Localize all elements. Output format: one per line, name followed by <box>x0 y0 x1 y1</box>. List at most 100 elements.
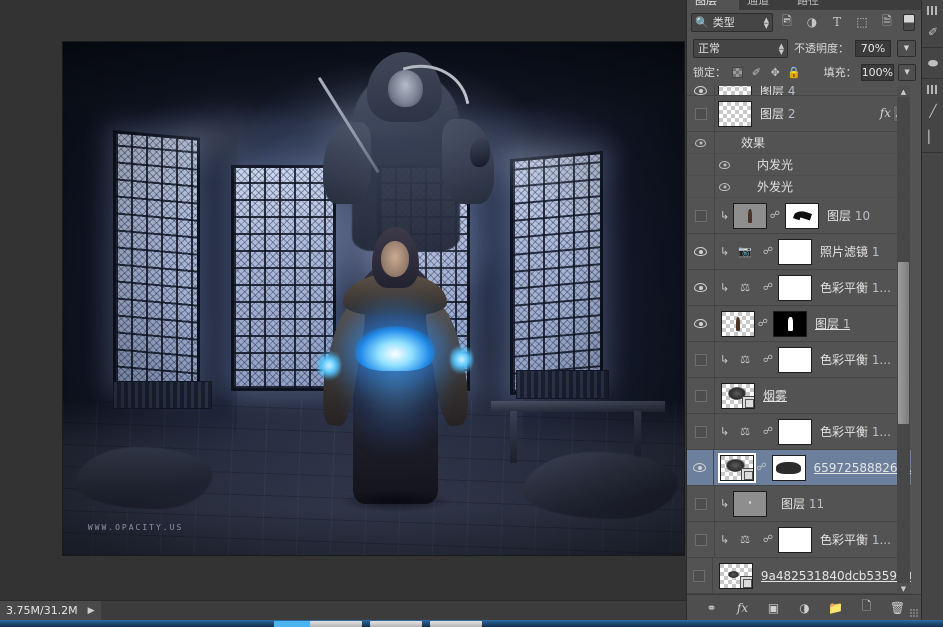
layer-visibility-cell[interactable] <box>687 378 715 413</box>
filter-enable-toggle[interactable] <box>903 14 915 31</box>
table-row[interactable]: ☍ 图层 1 <box>687 306 911 342</box>
layer-visibility-cell[interactable] <box>687 522 715 557</box>
taskbar-item-1[interactable] <box>310 621 362 627</box>
layer-mask-thumbnail[interactable] <box>778 239 812 265</box>
fx-badge[interactable]: fx <box>880 106 891 120</box>
fill-input[interactable]: 100% <box>861 64 895 81</box>
delete-layer-button[interactable]: 🗑 <box>890 600 906 616</box>
link-layers-button[interactable]: ⚭ <box>704 600 720 616</box>
table-row[interactable]: 烟雾 <box>687 378 911 414</box>
tab-layers[interactable]: 图层 <box>687 0 739 10</box>
eye-icon[interactable] <box>694 283 707 292</box>
link-icon[interactable]: ☍ <box>757 318 769 329</box>
table-row[interactable]: 图层 4 <box>687 86 911 96</box>
taskbar-item-3[interactable] <box>430 621 482 627</box>
camera-filter-icon[interactable]: 📷 <box>730 239 760 265</box>
table-row[interactable]: ↳ ⚖ ☍ 色彩平衡 1... <box>687 342 911 378</box>
eye-icon[interactable] <box>694 319 707 328</box>
link-icon[interactable]: ☍ <box>756 462 768 473</box>
layer-thumbnail[interactable] <box>733 203 767 229</box>
dock-brush-icon[interactable]: ✐ <box>922 19 943 45</box>
layer-mask-thumbnail[interactable] <box>778 419 812 445</box>
filter-smartobject-icon[interactable]: 🗎 <box>876 13 898 32</box>
table-row[interactable]: ↳ ⚖ ☍ 色彩平衡 1... <box>687 522 911 558</box>
eye-icon-off[interactable] <box>695 426 707 438</box>
taskbar-item-2[interactable] <box>370 621 422 627</box>
layer-effect-row[interactable]: 效果 <box>687 132 911 154</box>
table-row[interactable]: 图层 2 fx ▲ <box>687 96 911 132</box>
link-icon[interactable]: ☍ <box>762 426 774 437</box>
blend-mode-select[interactable]: 正常 ▲▼ <box>693 39 788 58</box>
link-icon[interactable]: ☍ <box>762 246 774 257</box>
layer-mask-thumbnail[interactable] <box>778 527 812 553</box>
panel-resize-grip[interactable] <box>910 609 919 618</box>
eye-icon-off[interactable] <box>695 210 707 222</box>
layer-thumbnail[interactable] <box>721 311 755 337</box>
eye-icon[interactable] <box>695 139 706 147</box>
tab-channels[interactable]: 通道 <box>739 0 789 10</box>
link-icon[interactable]: ☍ <box>762 282 774 293</box>
layer-thumbnail[interactable] <box>719 563 753 589</box>
color-balance-icon[interactable]: ⚖ <box>730 347 760 373</box>
layer-visibility-cell[interactable] <box>687 96 715 131</box>
image-canvas[interactable]: WWW.OPACITY.US <box>63 42 684 555</box>
dock-properties-icon[interactable] <box>927 85 939 94</box>
layer-mask-thumbnail[interactable] <box>785 203 819 229</box>
link-icon[interactable]: ☍ <box>762 354 774 365</box>
dock-swatch-icon[interactable]: ⬬ <box>922 50 943 76</box>
eye-icon-off[interactable] <box>695 534 707 546</box>
eye-icon-off[interactable] <box>695 390 707 402</box>
eye-icon[interactable] <box>694 86 707 95</box>
opacity-dropdown-button[interactable]: ▼ <box>897 40 916 57</box>
eye-icon-off[interactable] <box>695 354 707 366</box>
status-expand-icon[interactable]: ▶ <box>88 606 95 616</box>
filter-pixel-icon[interactable]: 🖻 <box>776 13 798 32</box>
color-balance-icon[interactable]: ⚖ <box>730 419 760 445</box>
layer-visibility-cell[interactable] <box>687 86 715 95</box>
layer-visibility-cell[interactable] <box>687 342 715 377</box>
color-balance-icon[interactable]: ⚖ <box>730 527 760 553</box>
table-row[interactable]: ↳ 图层 11 <box>687 486 911 522</box>
filter-type-icon[interactable]: T <box>826 13 848 32</box>
layer-thumbnail[interactable] <box>718 86 752 96</box>
eye-icon-off[interactable] <box>695 108 707 120</box>
eye-icon[interactable] <box>693 463 706 472</box>
lock-transparent-icon[interactable] <box>730 64 745 81</box>
scroll-up-arrow[interactable]: ▲ <box>897 86 910 97</box>
layer-visibility-cell[interactable] <box>687 198 715 233</box>
layer-visibility-cell[interactable] <box>687 414 715 449</box>
scrollbar-thumb[interactable] <box>898 262 909 424</box>
new-adjustment-button[interactable]: ◑ <box>797 600 813 616</box>
layer-visibility-cell[interactable] <box>687 306 715 341</box>
eye-icon[interactable] <box>719 161 730 169</box>
new-group-button[interactable]: 📁 <box>828 600 844 616</box>
document-size-readout[interactable]: 3.75M/31.2M ▶ <box>0 601 101 620</box>
layer-list[interactable]: 图层 4 图层 2 fx ▲ 效果 内发光 外发光 <box>687 86 922 594</box>
filter-type-select[interactable]: 🔍 类型 ▲▼ <box>691 13 773 32</box>
scroll-down-arrow[interactable]: ▼ <box>897 583 910 594</box>
filter-adjustment-icon[interactable]: ◑ <box>801 13 823 32</box>
eye-icon-off[interactable] <box>693 570 705 582</box>
add-mask-button[interactable]: ▣ <box>766 600 782 616</box>
filter-stepper-icon[interactable]: ▲▼ <box>764 17 769 29</box>
layers-scrollbar[interactable]: ▲ ▼ <box>897 86 910 594</box>
lock-image-icon[interactable]: ✐ <box>749 64 764 81</box>
dock-pen-icon[interactable]: ╱ <box>922 98 943 124</box>
layer-thumbnail[interactable] <box>720 455 754 481</box>
lock-all-icon[interactable]: 🔒 <box>787 64 802 81</box>
layer-effect-row[interactable]: 内发光 <box>687 154 911 176</box>
layer-mask-thumbnail[interactable] <box>778 347 812 373</box>
dock-column-icon[interactable]: ▏ <box>922 124 943 150</box>
layer-mask-thumbnail[interactable] <box>778 275 812 301</box>
layer-thumbnail[interactable] <box>718 101 752 127</box>
eye-icon[interactable] <box>719 183 730 191</box>
dock-history-icon[interactable] <box>927 6 939 15</box>
table-row[interactable]: ☍ 659725888265... <box>687 450 911 486</box>
link-icon[interactable]: ☍ <box>762 534 774 545</box>
layer-thumbnail[interactable] <box>721 383 755 409</box>
layer-style-button[interactable]: fx <box>735 600 751 616</box>
table-row[interactable]: ↳ ⚖ ☍ 色彩平衡 1... <box>687 414 911 450</box>
blend-stepper-icon[interactable]: ▲▼ <box>779 43 784 55</box>
table-row[interactable]: ↳ ☍ 图层 10 <box>687 198 911 234</box>
table-row[interactable]: ↳ ⚖ ☍ 色彩平衡 1... <box>687 270 911 306</box>
